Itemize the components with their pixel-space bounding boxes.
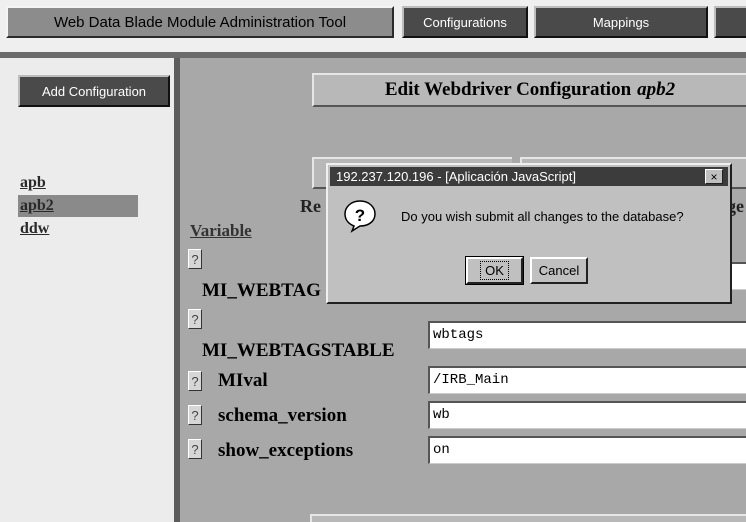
variable-name: MI_WEBTAGSTABLE: [202, 340, 395, 361]
svg-text:?: ?: [355, 206, 365, 225]
toolbar-button-partial[interactable]: [714, 6, 746, 38]
help-button-show-exceptions[interactable]: ?: [188, 439, 202, 459]
variable-value-input[interactable]: on: [428, 436, 746, 464]
question-icon: ?: [343, 199, 377, 233]
dialog-message: Do you wish submit all changes to the da…: [401, 209, 684, 224]
dialog-close-button[interactable]: ×: [705, 169, 723, 184]
config-link-ddw[interactable]: ddw: [18, 218, 138, 240]
mappings-button[interactable]: Mappings: [534, 6, 708, 38]
bottom-button-bar: [310, 514, 746, 522]
variable-name: MI_WEBTAG: [202, 280, 321, 301]
edit-config-header: Edit Webdriver Configuration apb2: [312, 73, 746, 107]
add-configuration-button[interactable]: Add Configuration: [18, 75, 170, 107]
variable-value-input[interactable]: wbtags: [428, 321, 746, 349]
variable-value-input[interactable]: wb: [428, 401, 746, 429]
variable-name: show_exceptions: [218, 440, 354, 461]
help-button-mival[interactable]: ?: [188, 371, 202, 391]
dialog-title-bar[interactable]: 192.237.120.196 - [Aplicación JavaScript…: [330, 167, 728, 186]
config-link-apb[interactable]: apb: [18, 172, 138, 194]
ok-button[interactable]: OK: [465, 256, 524, 285]
variable-column-header[interactable]: Variable: [190, 221, 252, 241]
configurations-button[interactable]: Configurations: [402, 6, 528, 38]
variable-name: MIval: [218, 370, 268, 391]
help-button-mi-webtagstable[interactable]: ?: [188, 309, 202, 329]
variable-name: schema_version: [218, 405, 347, 426]
header-text: Edit Webdriver Configuration: [384, 79, 632, 100]
config-link-apb2[interactable]: apb2: [18, 195, 138, 217]
help-button-schema-version[interactable]: ?: [188, 405, 202, 425]
left-frame: Add Configuration apb apb2 ddw: [0, 58, 174, 522]
app-title: Web Data Blade Module Administration Too…: [6, 6, 394, 38]
ok-button-label: OK: [480, 261, 509, 280]
help-button-mi-webtag[interactable]: ?: [188, 249, 202, 269]
cancel-button[interactable]: Cancel: [530, 257, 588, 284]
column-header-fragment-left: Re: [300, 196, 321, 216]
variable-value-input[interactable]: /IRB_Main: [428, 366, 746, 394]
header-config-name: apb2: [637, 79, 676, 100]
